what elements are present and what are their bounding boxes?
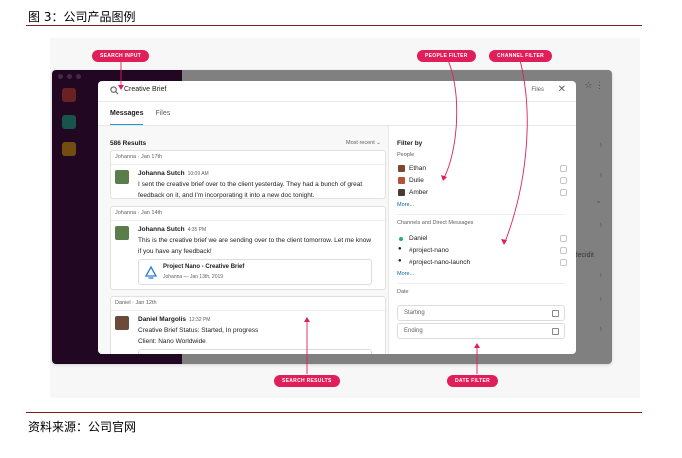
search-input[interactable]: Creative Brief	[124, 86, 166, 93]
divider	[397, 214, 565, 215]
message-line: feedback on it, and I'm incorporating it…	[138, 192, 315, 199]
avatar	[398, 165, 405, 172]
callout-search-input: SEARCH INPUT	[92, 50, 150, 62]
filter-panel: Filter by People Ethan Dulie Amber More.…	[388, 126, 576, 354]
message-text: I sent the creative brief over to the cl…	[138, 179, 378, 201]
people-filter-item[interactable]: Amber	[397, 188, 567, 198]
channel-name: #project-nano	[409, 247, 449, 254]
lock-icon: ●	[398, 246, 402, 252]
search-icon	[110, 86, 119, 95]
avatar	[398, 189, 405, 196]
sender-label: Johanna Sutch	[138, 170, 185, 177]
message-time: 10:09 AM	[187, 171, 209, 177]
result-card[interactable]: Johanna · Jan 14th Johanna Sutch 4:35 PM …	[110, 206, 387, 290]
people-label: People	[397, 152, 415, 158]
channel-filter-item[interactable]: Daniel	[397, 234, 567, 244]
google-doc-icon	[144, 265, 158, 279]
divider	[111, 220, 387, 221]
tab-files[interactable]: Files	[155, 110, 170, 126]
divider	[111, 310, 387, 311]
sender-name[interactable]: Johanna Sutch 4:35 PM	[138, 226, 206, 233]
avatar[interactable]	[115, 170, 129, 184]
presence-icon	[399, 237, 403, 241]
checkbox[interactable]	[560, 259, 567, 266]
close-icon[interactable]: ✕	[558, 84, 566, 95]
message-line: if you have any feedback!	[138, 248, 212, 255]
filter-title: Filter by	[397, 140, 423, 147]
divider	[397, 283, 565, 284]
message-time: 12:32 PM	[189, 317, 211, 323]
sort-dropdown[interactable]: Most recent ⌄	[346, 140, 381, 146]
bottom-rule	[26, 412, 642, 413]
callout-date-filter: DATE FILTER	[447, 375, 499, 387]
avatar[interactable]	[115, 316, 129, 330]
message-line: Creative Brief Status: Started, In progr…	[138, 327, 259, 334]
checkbox[interactable]	[560, 189, 567, 196]
sender-name[interactable]: Daniel Margolis 12:32 PM	[138, 316, 210, 323]
calendar-icon[interactable]	[552, 310, 559, 317]
channel-filter-item[interactable]: ● #project-nano	[397, 246, 567, 256]
checkbox[interactable]	[560, 177, 567, 184]
date-start-field[interactable]: Starting	[397, 305, 565, 321]
sender-label: Daniel Margolis	[138, 316, 187, 323]
results-count: 586 Results	[110, 140, 147, 147]
date-end-placeholder: Ending	[404, 328, 423, 334]
channels-label: Channels and Direct Messages	[397, 220, 474, 226]
channel-filter-item[interactable]: ● #project-nano-launch	[397, 258, 567, 268]
result-tabs: Messages Files	[110, 110, 170, 126]
search-results: 586 Results Most recent ⌄ Johanna · Jan …	[98, 126, 388, 354]
divider	[111, 164, 387, 165]
search-bar[interactable]: Creative Brief Files ✕	[98, 81, 576, 102]
file-attachment[interactable]: Project Nano - Creative Brief Johanna — …	[138, 259, 372, 285]
people-filter-item[interactable]: Dulie	[397, 176, 567, 186]
avatar[interactable]	[115, 226, 129, 240]
result-card[interactable]: Johanna · Jan 17th Johanna Sutch 10:09 AM…	[110, 150, 387, 201]
result-card[interactable]: Daniel · Jan 12th Daniel Margolis 12:32 P…	[110, 296, 387, 354]
message-text: Creative Brief Status: Started, In progr…	[138, 325, 378, 347]
callout-channel-filter: CHANNEL FILTER	[489, 50, 553, 62]
calendar-icon[interactable]	[552, 328, 559, 335]
checkbox[interactable]	[560, 165, 567, 172]
result-meta: Johanna · Jan 17th	[115, 154, 163, 160]
result-meta: Daniel · Jan 12th	[115, 300, 157, 306]
checkbox[interactable]	[560, 247, 567, 254]
channels-more-link[interactable]: More...	[397, 271, 414, 277]
person-name: Dulie	[409, 177, 424, 184]
top-rule	[26, 25, 642, 26]
message-text: This is the creative brief we are sendin…	[138, 235, 378, 257]
callout-people-filter: PEOPLE FILTER	[417, 50, 476, 62]
message-time: 4:35 PM	[187, 227, 207, 233]
figure-title: 图 3：公司产品图例	[28, 10, 136, 24]
file-attachment[interactable]	[138, 349, 372, 354]
date-end-field[interactable]: Ending	[397, 323, 565, 339]
callout-search-results: SEARCH RESULTS	[274, 375, 340, 387]
people-filter-item[interactable]: Ethan	[397, 164, 567, 174]
date-label: Date	[397, 289, 409, 295]
lock-icon: ●	[398, 258, 402, 264]
message-line: I sent the creative brief over to the cl…	[138, 181, 363, 188]
files-shortcut[interactable]: Files	[531, 87, 544, 93]
tab-messages[interactable]: Messages	[110, 110, 144, 126]
attachment-title: Project Nano - Creative Brief	[163, 264, 245, 270]
figure-source: 资料来源：公司官网	[28, 420, 137, 434]
message-line: Client: Nano Worldwide	[138, 338, 206, 345]
people-more-link[interactable]: More...	[397, 202, 414, 208]
message-line: This is the creative brief we are sendin…	[138, 237, 372, 244]
search-modal: Creative Brief Files ✕ Messages Files 58…	[98, 81, 576, 354]
result-meta: Johanna · Jan 14th	[115, 210, 163, 216]
channel-name: Daniel	[409, 235, 428, 242]
date-start-placeholder: Starting	[404, 310, 425, 316]
person-name: Ethan	[409, 165, 426, 172]
sender-label: Johanna Sutch	[138, 226, 185, 233]
channel-name: #project-nano-launch	[409, 259, 471, 266]
person-name: Amber	[409, 189, 429, 196]
avatar	[398, 177, 405, 184]
checkbox[interactable]	[560, 235, 567, 242]
attachment-subtitle: Johanna — Jan 13th, 2019	[163, 274, 224, 280]
sender-name[interactable]: Johanna Sutch 10:09 AM	[138, 170, 209, 177]
